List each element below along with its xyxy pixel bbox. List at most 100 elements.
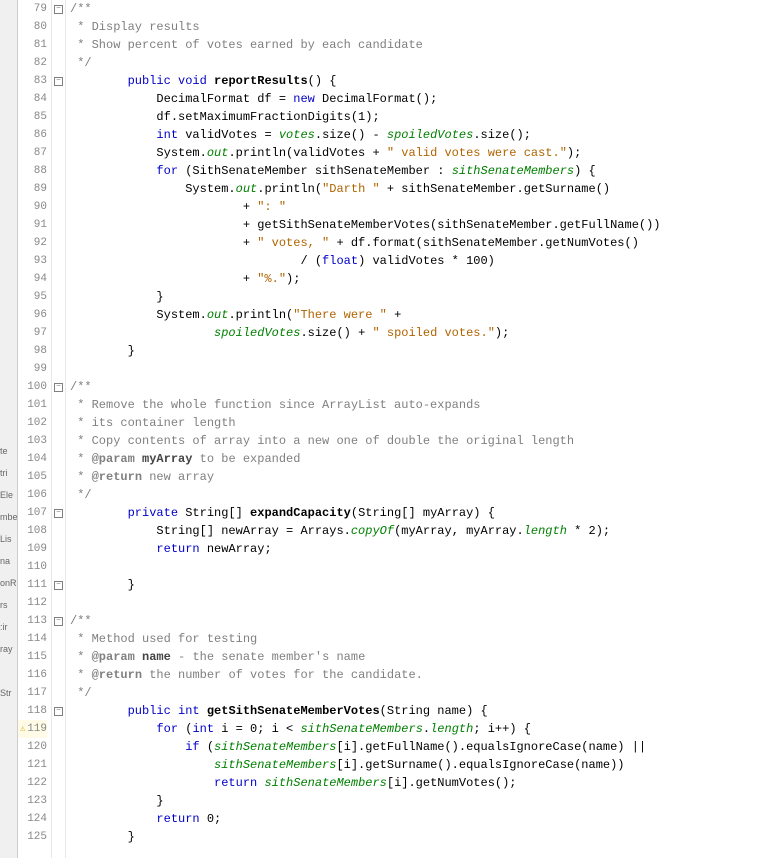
code-line[interactable]: System.out.println("Darth " + sithSenate…: [70, 180, 761, 198]
line-number: 96: [18, 306, 47, 324]
code-line[interactable]: private String[] expandCapacity(String[]…: [70, 504, 761, 522]
code-line[interactable]: return sithSenateMembers[i].getNumVotes(…: [70, 774, 761, 792]
line-number: 108: [18, 522, 47, 540]
line-number: 104: [18, 450, 47, 468]
fold-cell: [52, 342, 65, 360]
fold-cell: [52, 90, 65, 108]
fold-cell: [52, 180, 65, 198]
line-number: 97: [18, 324, 47, 342]
code-line[interactable]: public int getSithSenateMemberVotes(Stri…: [70, 702, 761, 720]
sidebar-label: tri: [0, 462, 17, 484]
code-line[interactable]: }: [70, 342, 761, 360]
code-line[interactable]: /**: [70, 0, 761, 18]
line-number: 112: [18, 594, 47, 612]
code-line[interactable]: }: [70, 792, 761, 810]
code-line[interactable]: /**: [70, 378, 761, 396]
navigator-sidebar: tetriElembeLisnaonRrs:irrayStr: [0, 0, 18, 858]
line-number-gutter: 7980818283848586878889909192939495969798…: [18, 0, 52, 858]
code-line[interactable]: [70, 360, 761, 378]
code-line[interactable]: * @param name - the senate member's name: [70, 648, 761, 666]
fold-toggle[interactable]: −: [54, 581, 63, 590]
line-number: 102: [18, 414, 47, 432]
code-line[interactable]: for (SithSenateMember sithSenateMember :…: [70, 162, 761, 180]
code-line[interactable]: */: [70, 54, 761, 72]
code-line[interactable]: String[] newArray = Arrays.copyOf(myArra…: [70, 522, 761, 540]
code-editor[interactable]: /** * Display results * Show percent of …: [66, 0, 761, 858]
code-line[interactable]: * @return new array: [70, 468, 761, 486]
line-number: 98: [18, 342, 47, 360]
code-line[interactable]: }: [70, 288, 761, 306]
fold-toggle[interactable]: −: [54, 617, 63, 626]
code-line[interactable]: * Display results: [70, 18, 761, 36]
code-line[interactable]: }: [70, 828, 761, 846]
code-line[interactable]: spoiledVotes.size() + " spoiled votes.")…: [70, 324, 761, 342]
code-line[interactable]: System.out.println(validVotes + " valid …: [70, 144, 761, 162]
line-number: 117: [18, 684, 47, 702]
code-line[interactable]: * Copy contents of array into a new one …: [70, 432, 761, 450]
code-line[interactable]: /**: [70, 612, 761, 630]
code-line[interactable]: + ": ": [70, 198, 761, 216]
line-number: 114: [18, 630, 47, 648]
code-line[interactable]: */: [70, 684, 761, 702]
code-line[interactable]: * Remove the whole function since ArrayL…: [70, 396, 761, 414]
code-line[interactable]: return newArray;: [70, 540, 761, 558]
code-line[interactable]: df.setMaximumFractionDigits(1);: [70, 108, 761, 126]
code-line[interactable]: * @return the number of votes for the ca…: [70, 666, 761, 684]
line-number: 111: [18, 576, 47, 594]
fold-cell: −: [52, 702, 65, 720]
fold-cell: [52, 486, 65, 504]
fold-cell: [52, 810, 65, 828]
code-line[interactable]: * its container length: [70, 414, 761, 432]
line-number: 123: [18, 792, 47, 810]
line-number: 101: [18, 396, 47, 414]
code-line[interactable]: * Show percent of votes earned by each c…: [70, 36, 761, 54]
line-number: 110: [18, 558, 47, 576]
code-line[interactable]: / (float) validVotes * 100): [70, 252, 761, 270]
fold-cell: [52, 684, 65, 702]
fold-toggle[interactable]: −: [54, 707, 63, 716]
fold-cell: [52, 126, 65, 144]
sidebar-label: na: [0, 550, 17, 572]
line-number: 82: [18, 54, 47, 72]
code-line[interactable]: * @param myArray to be expanded: [70, 450, 761, 468]
fold-cell: [52, 828, 65, 846]
code-line[interactable]: sithSenateMembers[i].getSurname().equals…: [70, 756, 761, 774]
fold-cell: [52, 414, 65, 432]
line-number: 119: [18, 720, 47, 738]
fold-toggle[interactable]: −: [54, 5, 63, 14]
line-number: 106: [18, 486, 47, 504]
code-line[interactable]: if (sithSenateMembers[i].getFullName().e…: [70, 738, 761, 756]
fold-toggle[interactable]: −: [54, 509, 63, 518]
line-number: 87: [18, 144, 47, 162]
code-line[interactable]: [70, 558, 761, 576]
line-number: 89: [18, 180, 47, 198]
code-line[interactable]: + "%.");: [70, 270, 761, 288]
fold-cell: [52, 36, 65, 54]
line-number: 85: [18, 108, 47, 126]
line-number: 81: [18, 36, 47, 54]
code-line[interactable]: + " votes, " + df.format(sithSenateMembe…: [70, 234, 761, 252]
code-line[interactable]: */: [70, 486, 761, 504]
code-line[interactable]: public void reportResults() {: [70, 72, 761, 90]
code-line[interactable]: * Method used for testing: [70, 630, 761, 648]
sidebar-label: rs: [0, 594, 17, 616]
code-line[interactable]: [70, 594, 761, 612]
line-number: 86: [18, 126, 47, 144]
fold-toggle[interactable]: −: [54, 77, 63, 86]
code-line[interactable]: return 0;: [70, 810, 761, 828]
line-number: 122: [18, 774, 47, 792]
code-line[interactable]: }: [70, 576, 761, 594]
fold-column: − − − − − − −: [52, 0, 66, 858]
code-line[interactable]: DecimalFormat df = new DecimalFormat();: [70, 90, 761, 108]
fold-cell: [52, 648, 65, 666]
line-number: 95: [18, 288, 47, 306]
code-line[interactable]: int validVotes = votes.size() - spoiledV…: [70, 126, 761, 144]
sidebar-label: Lis: [0, 528, 17, 550]
code-line[interactable]: for (int i = 0; i < sithSenateMembers.le…: [70, 720, 761, 738]
code-line[interactable]: + getSithSenateMemberVotes(sithSenateMem…: [70, 216, 761, 234]
fold-cell: −: [52, 612, 65, 630]
sidebar-label: te: [0, 440, 17, 462]
fold-toggle[interactable]: −: [54, 383, 63, 392]
code-line[interactable]: System.out.println("There were " +: [70, 306, 761, 324]
fold-cell: [52, 540, 65, 558]
